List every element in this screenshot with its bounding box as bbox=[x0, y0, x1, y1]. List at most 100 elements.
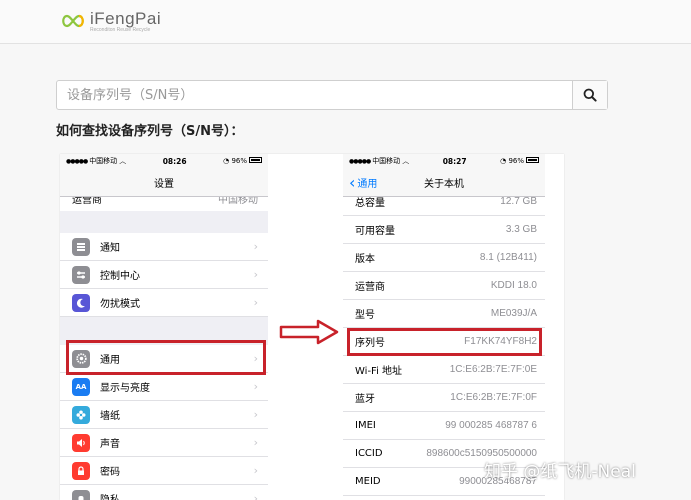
wifi-icon: ︿ bbox=[402, 157, 410, 165]
chevron-right-icon: › bbox=[253, 268, 258, 281]
about-row-serial: 序列号 F17KK74YF8H2 bbox=[343, 328, 545, 356]
chevron-right-icon: › bbox=[253, 436, 258, 449]
row-label: 运营商 bbox=[355, 282, 385, 293]
battery-icon bbox=[526, 157, 539, 163]
row-label: 通知 bbox=[100, 243, 120, 254]
logo-tagline: Reconditon Reuse Recycle bbox=[90, 26, 151, 33]
notification-icon bbox=[72, 237, 90, 256]
row-label: 显示与亮度 bbox=[100, 383, 150, 394]
back-label: 通用 bbox=[357, 179, 378, 190]
sound-icon bbox=[72, 433, 90, 452]
row-value: 99 000285 468787 6 bbox=[445, 420, 537, 431]
nav-bar: ‹ 通用 关于本机 bbox=[343, 168, 545, 197]
about-row-bluetooth: 蓝牙 1C:E6:2B:7E:7F:0F bbox=[343, 384, 545, 412]
chevron-right-icon: › bbox=[253, 464, 258, 477]
row-label: 型号 bbox=[355, 310, 375, 321]
settings-row-notifications[interactable]: 通知 › bbox=[60, 233, 268, 261]
row-label: 墙纸 bbox=[100, 411, 120, 422]
settings-row-carrier[interactable]: 运营商 中国移动 bbox=[60, 197, 268, 211]
watermark-text: 知乎 @纸飞机-Neal bbox=[484, 462, 636, 482]
back-button[interactable]: ‹ 通用 bbox=[349, 168, 377, 197]
nav-bar: 设置 bbox=[60, 168, 268, 197]
about-row-wifi: Wi-Fi 地址 1C:E6:2B:7E:7F:0E bbox=[343, 356, 545, 384]
instructions-heading: 如何查找设备序列号（S/N号）： bbox=[56, 124, 244, 139]
row-label: 版本 bbox=[355, 254, 375, 265]
moon-icon bbox=[72, 293, 90, 312]
row-value: KDDI 18.0 bbox=[490, 280, 537, 291]
about-row-model: 型号 ME039J/A bbox=[343, 300, 545, 328]
carrier-label: 中国移动 bbox=[372, 157, 401, 165]
status-bar: ●●●●● 中国移动 ︿ 08:26 ◔ 96% bbox=[60, 154, 268, 168]
top-bar: iFengPai Reconditon Reuse Recycle bbox=[0, 0, 691, 44]
search-button[interactable] bbox=[572, 81, 607, 109]
row-value: F17KK74YF8H2 bbox=[464, 336, 537, 347]
row-label: 声音 bbox=[100, 439, 120, 450]
row-value: 3.3 GB bbox=[505, 224, 537, 235]
chevron-right-icon: › bbox=[253, 408, 258, 421]
logo-name: iFengPai bbox=[90, 8, 162, 28]
screen-title: 关于本机 bbox=[424, 178, 464, 190]
row-label: 控制中心 bbox=[100, 271, 140, 282]
row-label: 运营商 bbox=[72, 197, 102, 206]
clock: 08:27 bbox=[442, 156, 467, 166]
status-bar: ●●●●● 中国移动 ︿ 08:27 ◔ 96% bbox=[343, 154, 545, 168]
battery-percent: 96% bbox=[508, 157, 524, 165]
about-row-version: 版本 8.1 (12B411) bbox=[343, 244, 545, 272]
battery-icon bbox=[249, 157, 262, 163]
row-label: 可用容量 bbox=[355, 226, 395, 237]
clock: 08:26 bbox=[162, 156, 187, 166]
settings-row-control-center[interactable]: 控制中心 › bbox=[60, 261, 268, 289]
wifi-icon: ︿ bbox=[119, 157, 127, 165]
settings-row-privacy[interactable]: 隐私 › bbox=[60, 485, 268, 500]
section-gap bbox=[60, 317, 268, 345]
serial-search-input[interactable] bbox=[57, 81, 572, 109]
about-list: 总容量 12.7 GB 可用容量 3.3 GB 版本 8.1 (12B411) 运营商… bbox=[343, 188, 545, 496]
row-label: 序列号 bbox=[355, 338, 385, 349]
chevron-right-icon: › bbox=[253, 380, 258, 393]
row-label: 隐私 bbox=[100, 491, 250, 500]
row-label: ICCID bbox=[355, 448, 383, 459]
row-value: 1C:E6:2B:7E:7F:0F bbox=[450, 392, 537, 403]
row-label: MEID bbox=[355, 476, 381, 487]
settings-row-display[interactable]: AA 显示与亮度 › bbox=[60, 373, 268, 401]
logo[interactable]: iFengPai Reconditon Reuse Recycle bbox=[60, 6, 161, 36]
watermark: 知乎 @纸飞机-Neal bbox=[484, 457, 636, 482]
row-value: 1C:E6:2B:7E:7F:0E bbox=[449, 364, 537, 375]
row-label: IMEI bbox=[355, 420, 376, 431]
hand-icon bbox=[72, 489, 90, 500]
row-label: 勿扰模式 bbox=[100, 299, 140, 310]
alarm-icon: ◔ bbox=[500, 157, 507, 165]
search-icon bbox=[583, 88, 597, 102]
settings-row-passcode[interactable]: 密码 › bbox=[60, 457, 268, 485]
row-value: 8.1 (12B411) bbox=[479, 252, 537, 263]
arrow-right-icon bbox=[279, 319, 339, 345]
section-gap bbox=[60, 211, 268, 233]
control-center-icon bbox=[72, 265, 90, 284]
about-row-imei: IMEI 99 000285 468787 6 bbox=[343, 412, 545, 440]
flower-icon bbox=[72, 405, 90, 424]
settings-row-general[interactable]: 通用 › bbox=[60, 345, 268, 373]
gear-icon bbox=[72, 349, 90, 368]
row-label: 通用 bbox=[100, 355, 120, 366]
chevron-right-icon: › bbox=[253, 296, 258, 309]
settings-row-sounds[interactable]: 声音 › bbox=[60, 429, 268, 457]
partial-row: 运营商 中国移动 bbox=[60, 197, 268, 211]
row-label: 蓝牙 bbox=[355, 394, 375, 405]
settings-row-wallpaper[interactable]: 墙纸 › bbox=[60, 401, 268, 429]
row-label: 密码 bbox=[100, 467, 120, 478]
display-icon: AA bbox=[72, 377, 90, 396]
carrier-label: 中国移动 bbox=[89, 157, 118, 165]
chevron-right-icon: › bbox=[253, 352, 258, 365]
row-value: 中国移动 bbox=[218, 197, 258, 206]
settings-row-dnd[interactable]: 勿扰模式 › bbox=[60, 289, 268, 317]
row-value: ME039J/A bbox=[490, 308, 537, 319]
about-screen: ●●●●● 中国移动 ︿ 08:27 ◔ 96% ‹ 通用 关于本机 总容量 12.7 … bbox=[343, 154, 545, 500]
settings-screen: ●●●●● 中国移动 ︿ 08:26 ◔ 96% 设置 运营商 中国移动 通知 › … bbox=[60, 154, 268, 500]
row-value: 12.7 GB bbox=[500, 196, 537, 207]
search-bar bbox=[56, 80, 608, 110]
lock-icon bbox=[72, 461, 90, 480]
signal-icon: ●●●●● bbox=[349, 157, 371, 165]
chevron-right-icon: › bbox=[253, 492, 258, 500]
about-row-available: 可用容量 3.3 GB bbox=[343, 216, 545, 244]
row-label: Wi-Fi 地址 bbox=[355, 366, 403, 377]
